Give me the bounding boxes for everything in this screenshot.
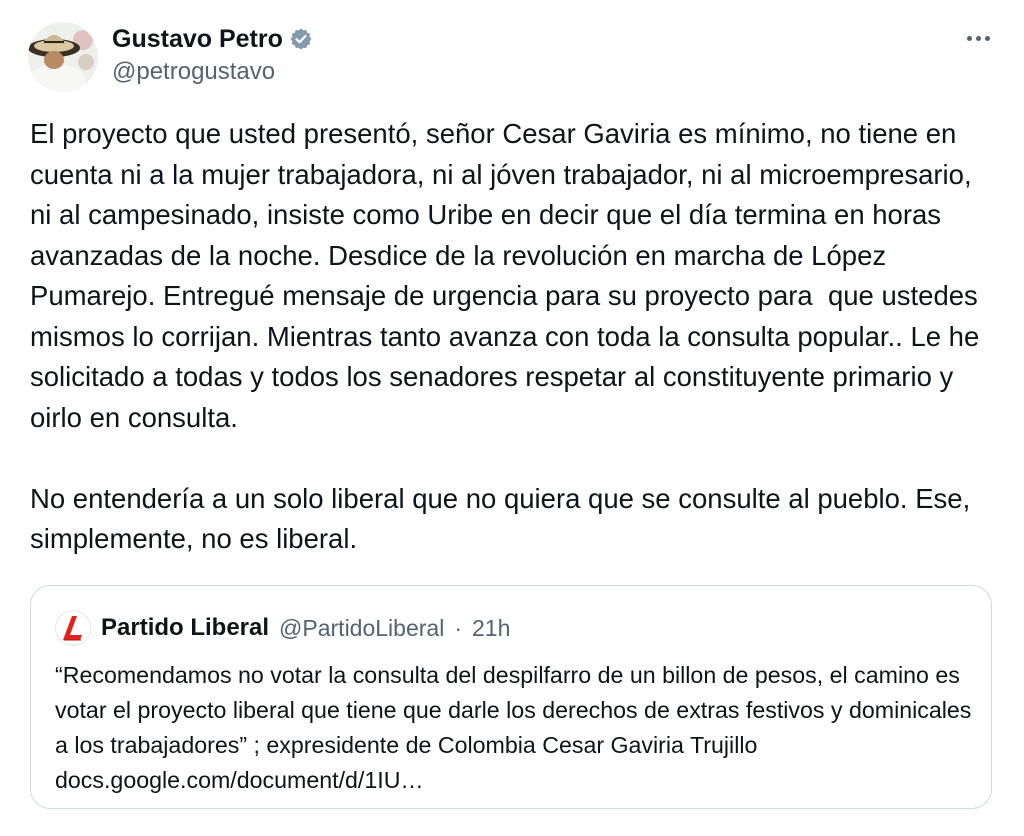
tweet-card: Gustavo Petro @petrogustavo El proyecto … <box>0 0 1024 836</box>
avatar[interactable] <box>28 22 98 92</box>
quoted-tweet-header: Partido Liberal @PartidoLiberal · 21h <box>55 608 510 648</box>
partido-liberal-logo-icon <box>55 610 91 646</box>
quoted-author-handle[interactable]: @PartidoLiberal <box>279 615 444 642</box>
verified-badge-icon[interactable] <box>289 27 313 51</box>
separator-dot: · <box>454 614 462 641</box>
author-name[interactable]: Gustavo Petro <box>112 25 283 54</box>
author-handle[interactable]: @petrogustavo <box>112 58 275 86</box>
quoted-author-name[interactable]: Partido Liberal <box>101 614 269 642</box>
author-name-row: Gustavo Petro <box>112 22 313 56</box>
quoted-timestamp[interactable]: 21h <box>472 615 510 642</box>
quoted-tweet[interactable]: Partido Liberal @PartidoLiberal · 21h “R… <box>30 585 992 809</box>
more-options-icon[interactable] <box>960 26 996 50</box>
tweet-text: El proyecto que usted presentó, señor Ce… <box>30 118 980 554</box>
avatar-image <box>28 22 98 92</box>
quoted-tweet-text: “Recomendamos no votar la consulta del d… <box>55 662 972 793</box>
